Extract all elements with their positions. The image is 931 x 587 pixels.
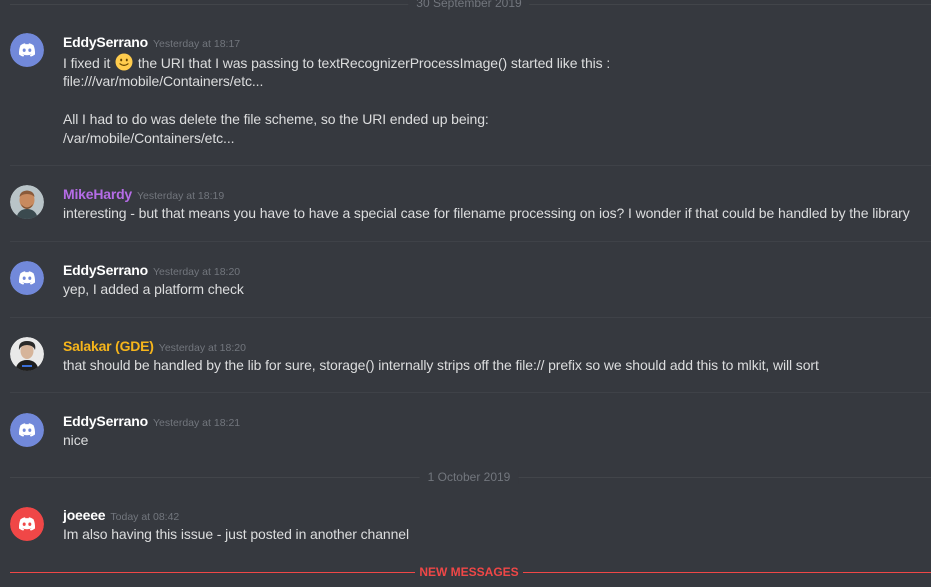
avatar[interactable] (10, 413, 44, 447)
new-messages-line-left (10, 572, 415, 573)
message-text: I fixed it (63, 55, 111, 71)
message-group: joeeee Today at 08:42 Im also having this… (0, 490, 931, 560)
message-group: EddySerrano Yesterday at 18:20 yep, I add… (0, 242, 931, 317)
timestamp: Today at 08:42 (110, 511, 180, 523)
user-photo-icon (10, 337, 44, 371)
message-text: All I had to do was delete the file sche… (63, 111, 489, 127)
username[interactable]: MikeHardy (63, 186, 132, 202)
message-text: that should be handled by the lib for su… (63, 357, 819, 373)
date-divider-label: 1 October 2019 (419, 470, 519, 484)
username[interactable]: EddySerrano (63, 413, 148, 429)
new-messages-label[interactable]: NEW MESSAGES (419, 565, 518, 579)
discord-logo-icon (10, 33, 44, 67)
message-text: file:///var/mobile/Containers/etc... (63, 73, 264, 89)
slightly-smiling-face-icon (115, 53, 133, 71)
avatar[interactable] (10, 33, 44, 67)
username[interactable]: joeeee (63, 507, 106, 523)
message-text: interesting - but that means you have to… (63, 205, 910, 221)
message-text: nice (63, 432, 89, 448)
avatar[interactable] (10, 337, 44, 371)
message-group: Salakar (GDE) Yesterday at 18:20 that sho… (0, 318, 931, 393)
avatar[interactable] (10, 261, 44, 295)
avatar[interactable] (10, 185, 44, 219)
timestamp: Yesterday at 18:19 (137, 190, 225, 202)
username[interactable]: EddySerrano (63, 262, 148, 278)
username[interactable]: Salakar (GDE) (63, 338, 154, 354)
message-group: EddySerrano Yesterday at 18:21 nice (0, 393, 931, 463)
message-text: the URI that I was passing to textRecogn… (137, 55, 611, 71)
discord-logo-icon (10, 261, 44, 295)
timestamp: Yesterday at 18:17 (152, 38, 241, 50)
avatar[interactable] (10, 507, 44, 541)
message-group: EddySerrano Yesterday at 18:17 I fixed it… (0, 0, 931, 165)
discord-logo-icon (10, 413, 44, 447)
timestamp: Yesterday at 18:21 (152, 417, 241, 429)
message-text: /var/mobile/Containers/etc... (63, 130, 235, 146)
username[interactable]: EddySerrano (63, 34, 148, 50)
timestamp: Yesterday at 18:20 (158, 342, 246, 354)
message-text: Im also having this issue - just posted … (63, 526, 409, 542)
message-text: yep, I added a platform check (63, 281, 244, 297)
user-photo-icon (10, 185, 44, 219)
message-text-line: I fixed it the URI that I was passing to… (63, 53, 610, 71)
discord-logo-icon (10, 507, 44, 541)
message-group: MikeHardy Yesterday at 18:19 interesting … (0, 166, 931, 241)
new-messages-line-right (523, 572, 931, 573)
timestamp: Yesterday at 18:20 (152, 266, 241, 278)
